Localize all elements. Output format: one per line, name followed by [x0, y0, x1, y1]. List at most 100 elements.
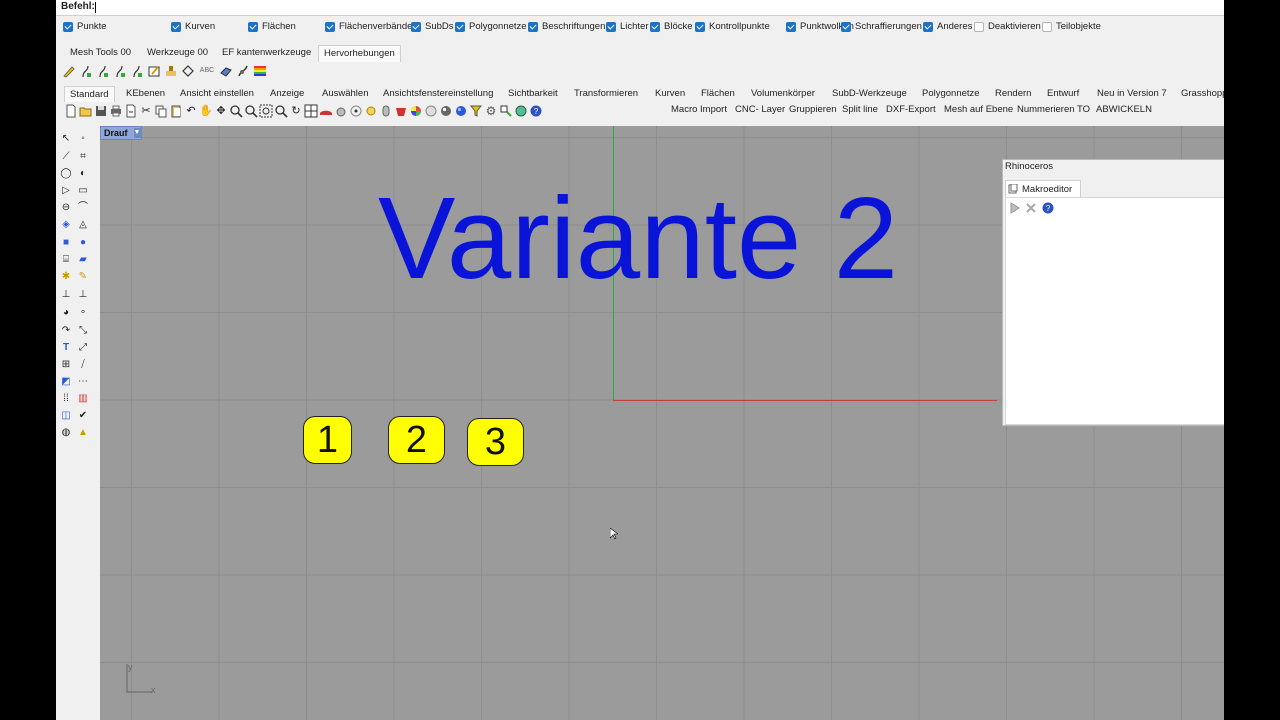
tab-neu-in-version-7[interactable]: Neu in Version 7	[1096, 86, 1168, 101]
tab-kurven[interactable]: Kurven	[654, 86, 686, 101]
sphere-blue-icon[interactable]	[454, 104, 468, 118]
grid-array-icon[interactable]: ⁞⁞	[59, 392, 73, 406]
tab-sichtbarkeit[interactable]: Sichtbarkeit	[507, 86, 559, 101]
checkbox-checked-icon[interactable]	[528, 21, 538, 32]
checkbox-checked-icon[interactable]	[411, 21, 421, 32]
filter-polygonnetze[interactable]: Polygonnetze	[455, 21, 527, 32]
filter-lichter[interactable]: Lichter	[606, 21, 649, 32]
checkbox-unchecked-icon[interactable]	[1042, 21, 1052, 32]
tab-entwurf[interactable]: Entwurf	[1046, 86, 1080, 101]
tab-ansichtsfenstereinstellung[interactable]: Ansichtsfenstereinstellung	[382, 86, 494, 101]
trim-icon[interactable]: ✎	[76, 270, 90, 284]
filter-punkte[interactable]: Punkte	[63, 21, 107, 32]
filter-subds[interactable]: SubDs	[411, 21, 454, 32]
filter-kontrollpunkte[interactable]: Kontrollpunkte	[695, 21, 770, 32]
move-icon[interactable]: ✥	[214, 104, 228, 118]
tab-kebenen[interactable]: KEbenen	[125, 86, 166, 101]
filter-teilobjekte[interactable]: Teilobjekte	[1042, 21, 1101, 32]
dimension-icon[interactable]: ⤢	[76, 341, 90, 355]
tab-werkzeuge[interactable]: Werkzeuge 00	[146, 45, 209, 61]
grid-4view-icon[interactable]	[304, 104, 318, 118]
paint-icon[interactable]	[394, 104, 408, 118]
stamp-icon[interactable]	[164, 64, 178, 78]
pencil-icon[interactable]	[62, 64, 76, 78]
analyze-icon[interactable]: ⤡	[76, 324, 90, 338]
tab-flaechen[interactable]: Flächen	[700, 86, 736, 101]
layer-icon[interactable]: ▥	[76, 392, 90, 406]
curve-snap-icon[interactable]	[349, 104, 363, 118]
checkbox-checked-icon[interactable]	[325, 21, 335, 32]
light-icon[interactable]	[364, 104, 378, 118]
paste-icon[interactable]	[169, 104, 183, 118]
tab-makroeditor[interactable]: Makroeditor	[1005, 180, 1082, 197]
filter-flaechen[interactable]: Flächen	[248, 21, 296, 32]
import-icon[interactable]	[124, 104, 138, 118]
checkbox-checked-icon[interactable]	[63, 21, 73, 32]
block-icon[interactable]: ◩	[59, 375, 73, 389]
curve-icon[interactable]	[96, 64, 110, 78]
text-icon[interactable]: T	[59, 341, 73, 355]
filter-bloecke[interactable]: Blöcke	[650, 21, 693, 32]
globe-icon[interactable]	[514, 104, 528, 118]
filter-anderes[interactable]: Anderes	[923, 21, 972, 32]
text-abc-icon[interactable]: ABC	[198, 64, 216, 78]
color-wheel-icon[interactable]	[409, 104, 423, 118]
fillet-icon[interactable]: ⌒	[76, 201, 90, 215]
gear-settings-icon[interactable]: ⚙	[484, 104, 498, 118]
circle-icon[interactable]: ◯	[59, 167, 73, 181]
macro-split-line-button[interactable]: Split line	[842, 104, 878, 115]
tab-mesh-tools[interactable]: Mesh Tools 00	[69, 45, 132, 61]
curve-icon[interactable]	[130, 64, 144, 78]
split-icon[interactable]: ⊥	[59, 288, 73, 302]
brush-icon[interactable]	[236, 64, 250, 78]
surface-box-icon[interactable]: ◫	[59, 409, 73, 423]
macro-abwickeln-button[interactable]: ABWICKELN	[1096, 104, 1152, 115]
tab-volumenkoerper[interactable]: Volumenkörper	[750, 86, 816, 101]
cut-icon[interactable]: ✂	[139, 104, 153, 118]
tab-anzeige[interactable]: Anzeige	[269, 86, 305, 101]
tab-auswaehlen[interactable]: Auswählen	[321, 86, 369, 101]
zoom-in-icon[interactable]	[229, 104, 243, 118]
rainbow-icon[interactable]	[253, 64, 267, 78]
light-bulb-icon[interactable]: ▲	[76, 426, 90, 440]
tab-hervorhebungen[interactable]: Hervorhebungen	[318, 45, 401, 62]
polyline-icon[interactable]: ⟋	[59, 150, 73, 164]
tab-standard[interactable]: Standard	[64, 86, 115, 102]
save-icon[interactable]	[94, 104, 108, 118]
arc-icon[interactable]: ◐	[76, 167, 90, 181]
mesh-icon[interactable]: ▰	[76, 253, 90, 267]
macro-cnc-layer-button[interactable]: CNC- Layer	[735, 104, 785, 115]
curve-icon[interactable]	[79, 64, 93, 78]
tab-polygonnetze[interactable]: Polygonnetze	[921, 86, 981, 101]
rectangle-icon[interactable]: ▭	[76, 184, 90, 198]
play-icon[interactable]	[1010, 202, 1020, 214]
checkbox-checked-icon[interactable]	[606, 21, 616, 32]
filter-kurven[interactable]: Kurven	[171, 21, 215, 32]
box-icon[interactable]	[219, 64, 233, 78]
filter-icon[interactable]	[469, 104, 483, 118]
render-icon[interactable]: ◍	[59, 426, 73, 440]
checkbox-checked-icon[interactable]	[695, 21, 705, 32]
zoom-icon[interactable]	[334, 104, 348, 118]
viewport-top[interactable]: Drauf ▼ Variante 2 1 2 3 y x Rhinoceros …	[100, 126, 1224, 720]
undo-icon[interactable]: ↶	[184, 104, 198, 118]
macro-dxf-export-button[interactable]: DXF-Export	[886, 104, 936, 115]
help-icon[interactable]: ?	[529, 104, 543, 118]
zoom-selected-icon[interactable]	[274, 104, 288, 118]
zoom-extents-icon[interactable]	[259, 104, 273, 118]
check-icon[interactable]: ✔	[76, 409, 90, 423]
select-icon[interactable]: ↖	[59, 132, 73, 146]
tab-transformieren[interactable]: Transformieren	[573, 86, 639, 101]
copy-icon[interactable]	[154, 104, 168, 118]
macro-gruppieren-button[interactable]: Gruppieren	[789, 104, 837, 115]
tab-ef-kantenwerkzeuge[interactable]: EF kantenwerkzeuge	[221, 45, 312, 61]
new-file-icon[interactable]	[64, 104, 78, 118]
surface-icon[interactable]: ◈	[59, 218, 73, 232]
box-solid-icon[interactable]: ■	[59, 236, 73, 250]
offset-icon[interactable]: ∘	[76, 306, 90, 320]
viewport-tab[interactable]: Drauf ▼	[100, 126, 142, 140]
tab-ansicht-einstellen[interactable]: Ansicht einstellen	[179, 86, 255, 101]
filter-beschriftungen[interactable]: Beschriftungen	[528, 21, 605, 32]
macro-editor-textarea[interactable]	[1006, 222, 1224, 422]
chevron-down-icon[interactable]: ▼	[133, 128, 141, 138]
